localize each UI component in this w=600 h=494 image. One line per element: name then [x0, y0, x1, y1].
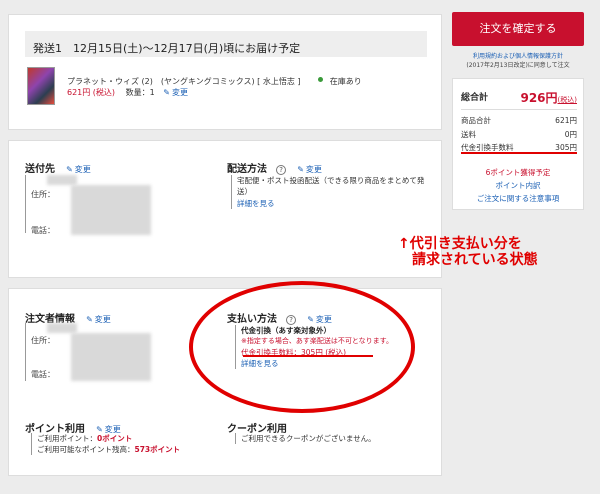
pencil-icon: ✎: [86, 315, 93, 324]
order-notice-link[interactable]: ご注文に関する注意事項: [453, 193, 583, 204]
annotation-circle: [189, 281, 415, 413]
summary-divider: [461, 109, 577, 110]
order-info-panel: 注文者情報 ✎ 変更 住所： 電話： 支払い方法 ? ✎ 変更 代金引換（あす楽対象…: [8, 281, 442, 476]
address-label: 住所：: [31, 190, 55, 199]
total-row: 総合計 926円(税込): [461, 85, 577, 107]
points-detail-link[interactable]: ポイント内訳: [453, 180, 583, 191]
product-price: 621円 (税込): [67, 88, 116, 97]
points-used-label: ご利用ポイント：: [37, 434, 97, 443]
delivery-method-title: 配送方法: [227, 164, 267, 175]
address-redacted: [47, 175, 77, 185]
product-thumbnail[interactable]: [27, 67, 55, 105]
help-icon[interactable]: ?: [276, 165, 287, 175]
confirm-order-button[interactable]: 注文を確定する: [452, 12, 584, 46]
cod-fee-label: 代金引換手数料: [461, 143, 514, 152]
address-redacted: [71, 185, 151, 235]
shipping-row: 送料 0円: [461, 129, 577, 140]
summary-panel: 総合計 926円(税込) 商品合計 621円 送料 0円 代金引換手数料 305…: [452, 78, 584, 210]
cod-fee-underline: [461, 152, 577, 154]
points-available-label: ご利用可能なポイント残高：: [37, 445, 135, 454]
orderer-phone-label: 電話：: [31, 370, 55, 379]
terms-block: 利用規約および個人情報保護方針 (2017年2月13日改定)に同意して注文: [450, 52, 586, 70]
orderer-address-label: 住所：: [31, 336, 55, 345]
phone-label: 電話：: [31, 226, 55, 235]
coupon-block: ご利用できるクーポンがございません。: [235, 433, 376, 444]
points-available-value: 573ポイント: [134, 445, 181, 454]
shipment-panel: 発送1 12月15日(土)～12月17日(月)頃にお届け予定 プラネット・ウィズ…: [8, 14, 442, 130]
product-quantity: 数量：1: [125, 88, 155, 97]
shipping-value: 0円: [564, 130, 577, 139]
pencil-icon: ✎: [163, 88, 170, 97]
stock-dot-icon: [317, 77, 323, 82]
shipment-header: 発送1 12月15日(土)～12月17日(月)頃にお届け予定: [25, 31, 427, 57]
terms-note: (2017年2月13日改定)に同意して注文: [466, 62, 570, 69]
shipping-label: 送料: [461, 130, 476, 139]
quantity-edit-link[interactable]: ✎ 変更: [163, 88, 188, 97]
orderer-redacted: [47, 323, 77, 333]
shipment-title: 発送1 12月15日(土)～12月17日(月)頃にお届け予定: [33, 42, 301, 55]
subtotal-value: 621円: [555, 116, 577, 125]
pencil-icon: ✎: [297, 165, 304, 174]
orderer-edit-link[interactable]: ✎ 変更: [86, 315, 111, 324]
delivery-more-link[interactable]: 詳細を見る: [237, 198, 431, 209]
annotation-line-2: 請求されている状態: [412, 252, 538, 268]
delivery-method-edit-link[interactable]: ✎ 変更: [297, 165, 322, 174]
points-earn: 6ポイント獲得予定: [485, 168, 551, 177]
total-value: 926円: [520, 91, 558, 105]
points-used-value: 0ポイント: [97, 434, 133, 443]
coupon-desc: ご利用できるクーポンがございません。: [241, 434, 376, 443]
subtotal-label: 商品合計: [461, 116, 491, 125]
product-title[interactable]: プラネット・ウィズ (2) (ヤングキングコミックス) [ 水上悟志 ]: [67, 77, 301, 86]
annotation-text: ↑代引き支払い分を 請求されている状態: [398, 236, 538, 268]
terms-link[interactable]: 利用規約および個人情報保護方針: [450, 52, 586, 61]
delivery-panel: 送付先 ✎ 変更 住所： 電話： 配送方法 ? ✎ 変更 宅配便・ポスト投函配送（で…: [8, 140, 442, 278]
address-title: 送付先: [25, 164, 55, 175]
stock-status: 在庫あり: [329, 77, 362, 86]
delivery-method-desc: 宅配便・ポスト投函配送（できる限り商品をまとめて発送）: [237, 176, 425, 196]
delivery-method-block: 宅配便・ポスト投函配送（できる限り商品をまとめて発送） 詳細を見る: [231, 175, 431, 209]
address-edit-link[interactable]: ✎ 変更: [66, 165, 91, 174]
annotation-line-1: ↑代引き支払い分を: [398, 236, 522, 252]
points-block: ご利用ポイント：0ポイント ご利用可能なポイント残高：573ポイント: [31, 433, 180, 455]
total-label: 総合計: [461, 93, 489, 103]
total-tax: (税込): [557, 96, 577, 104]
subtotal-row: 商品合計 621円: [461, 115, 577, 126]
orderer-redacted: [71, 333, 151, 381]
pencil-icon: ✎: [66, 165, 73, 174]
